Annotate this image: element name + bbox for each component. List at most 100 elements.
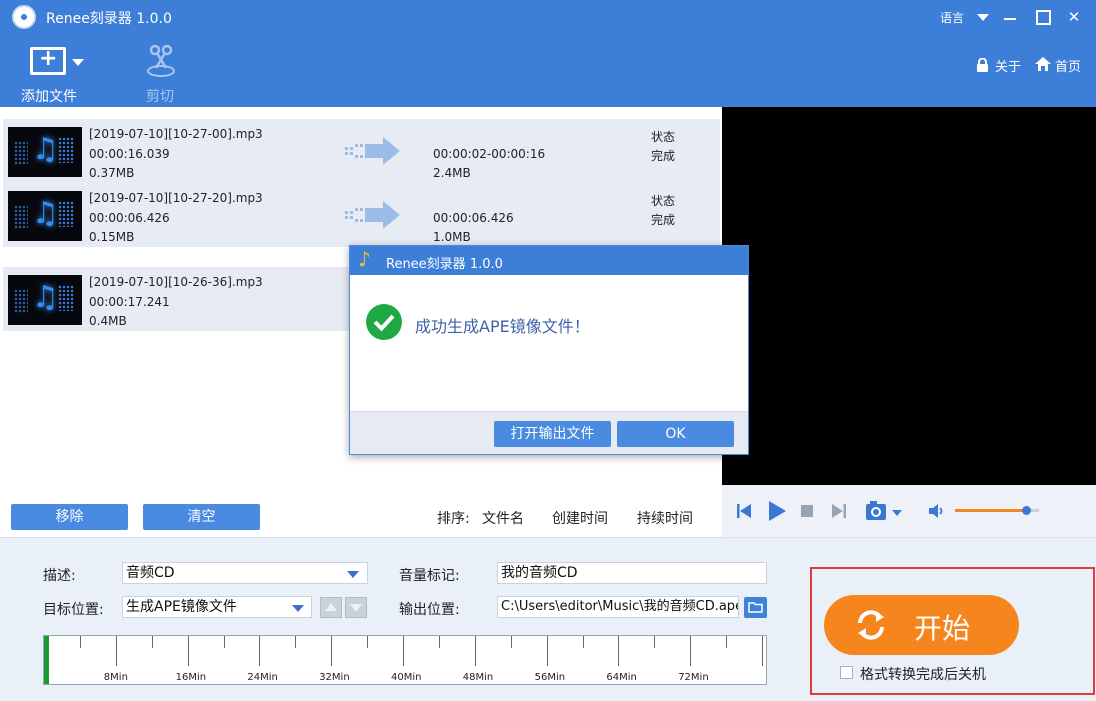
home-icon[interactable] (1034, 56, 1052, 72)
minimize-button[interactable] (999, 6, 1021, 28)
clear-button[interactable]: 清空 (143, 504, 260, 530)
timeline-tick (690, 636, 692, 666)
dialog-title: Renee刻录器 1.0.0 (386, 257, 503, 272)
disc-capacity-timeline: 8Min 16Min 24Min 32Min 40Min 48Min 56Min 64Min 7… (43, 635, 767, 685)
output-size: 2.4MB (433, 166, 471, 180)
home-link[interactable]: 首页 (1055, 56, 1081, 75)
music-note-icon: ♫ (32, 132, 59, 167)
target-label: 目标位置: (43, 602, 104, 618)
chevron-down-icon[interactable] (347, 571, 359, 578)
list-item[interactable]: ♫ [2019-07-10][10-27-00].mp3 00:00:16.03… (3, 119, 720, 183)
timeline-tick-label: 40Min (391, 672, 422, 683)
cut-button[interactable]: 剪切 (130, 34, 190, 107)
audio-thumbnail: ♫ (8, 191, 82, 241)
language-menu[interactable]: 语言 (940, 9, 964, 26)
browse-folder-button[interactable] (744, 597, 767, 618)
timeline-tick (331, 636, 333, 666)
dialog-message: 成功生成APE镜像文件！ (415, 317, 590, 336)
move-up-button[interactable] (320, 597, 342, 618)
music-note-icon: ♫ (32, 196, 59, 231)
timeline-tick (187, 636, 189, 666)
volume-slider-fill (955, 509, 1027, 512)
output-path-input[interactable]: C:\Users\editor\Music\我的音频CD.ape (497, 596, 739, 618)
audio-thumbnail: ♫ (8, 275, 82, 325)
video-preview (722, 107, 1096, 485)
dialog-footer: 打开输出文件 OK (350, 411, 748, 454)
timeline-tick (438, 636, 440, 648)
timeline-tick (582, 636, 584, 648)
file-duration: 00:00:17.241 (89, 295, 170, 309)
app-logo-icon (12, 5, 36, 29)
skip-forward-icon[interactable] (831, 503, 847, 519)
dialog-title-bar: ♪ Renee刻录器 1.0.0 (350, 246, 748, 275)
chevron-down-icon[interactable] (977, 14, 989, 21)
camera-icon[interactable] (865, 500, 891, 522)
volume-label-input[interactable]: 我的音频CD (497, 562, 767, 584)
status-badge: 完成 (651, 213, 676, 227)
timeline-used-bar (44, 636, 49, 684)
timeline-tick (474, 636, 476, 666)
triangle-down-icon (350, 604, 362, 612)
timeline-tick (295, 636, 297, 648)
status-label: 状态 (651, 130, 676, 144)
timeline-tick-label: 8Min (103, 672, 128, 683)
player-controls (722, 485, 1096, 537)
volume-label-label: 音量标记: (399, 568, 460, 584)
output-label: 输出位置: (399, 602, 460, 618)
stop-icon[interactable] (801, 505, 813, 517)
timeline-tick-label: 24Min (247, 672, 278, 683)
play-icon[interactable] (767, 500, 787, 522)
ok-button[interactable]: OK (617, 421, 734, 447)
lock-icon[interactable] (976, 58, 989, 72)
timeline-tick (223, 636, 225, 648)
file-size: 0.37MB (89, 166, 135, 180)
file-size: 0.4MB (89, 314, 127, 328)
shutdown-checkbox[interactable] (840, 666, 853, 679)
scissors-icon (147, 44, 175, 77)
timeline-tick (259, 636, 261, 666)
volume-slider-handle[interactable] (1022, 506, 1032, 515)
skip-back-icon[interactable] (736, 503, 752, 519)
close-button[interactable]: ✕ (1063, 6, 1085, 28)
timeline-tick (79, 636, 81, 648)
sort-by-created[interactable]: 创建时间 (552, 508, 608, 528)
music-note-icon: ♪ (358, 247, 371, 271)
chevron-down-icon[interactable] (892, 510, 902, 516)
sort-by-name[interactable]: 文件名 (482, 508, 524, 528)
description-label: 描述: (43, 568, 76, 584)
target-value: 生成APE镜像文件 (126, 599, 237, 615)
toolbar: 添加文件 剪切 关于 首页 (0, 34, 1096, 107)
music-note-icon: ♫ (32, 280, 59, 315)
timeline-tick (403, 636, 404, 666)
refresh-icon (858, 610, 884, 640)
maximize-button[interactable] (1031, 6, 1053, 28)
timeline-tick-label: 32Min (319, 672, 350, 683)
status-badge: 完成 (651, 149, 676, 163)
timeline-tick (762, 636, 763, 666)
chevron-down-icon[interactable] (292, 605, 304, 612)
about-link[interactable]: 关于 (995, 56, 1021, 75)
start-button[interactable]: 开始 (824, 595, 1019, 655)
list-item[interactable]: ♫ [2019-07-10][10-27-20].mp3 00:00:06.42… (3, 183, 720, 247)
timeline-tick-label: 16Min (175, 672, 207, 683)
target-select[interactable]: 生成APE镜像文件 (122, 596, 312, 618)
timeline-tick (618, 636, 620, 666)
output-range: 00:00:02-00:00:16 (433, 147, 546, 161)
chevron-down-icon[interactable] (72, 59, 84, 66)
open-output-button[interactable]: 打开输出文件 (494, 421, 611, 447)
timeline-tick (510, 636, 512, 648)
timeline-tick-label: 64Min (606, 672, 637, 683)
file-name: [2019-07-10][10-27-00].mp3 (89, 127, 263, 141)
description-select[interactable]: 音频CD (122, 562, 368, 584)
add-file-button[interactable]: 添加文件 (14, 34, 84, 107)
volume-slider-track[interactable] (955, 506, 1039, 515)
timeline-tick (654, 636, 656, 648)
sort-by-duration[interactable]: 持续时间 (637, 508, 693, 528)
volume-icon[interactable] (928, 503, 946, 519)
file-size: 0.15MB (89, 230, 135, 244)
timeline-tick (367, 636, 369, 648)
remove-button[interactable]: 移除 (11, 504, 128, 530)
file-duration: 00:00:06.426 (89, 211, 170, 225)
move-down-button[interactable] (345, 597, 367, 618)
file-name: [2019-07-10][10-26-36].mp3 (89, 275, 263, 289)
